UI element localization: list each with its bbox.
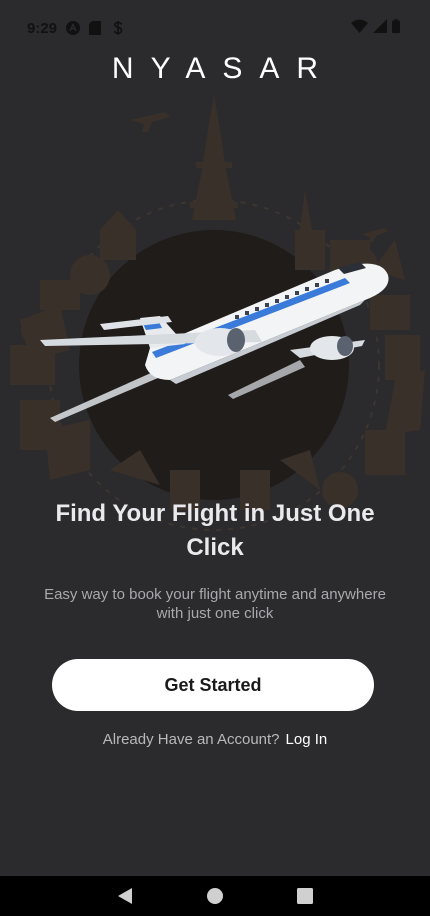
- back-button[interactable]: [105, 876, 145, 916]
- brand-logo: NYASAR: [111, 52, 336, 85]
- signal-icon: [373, 18, 387, 38]
- a-logo-icon: [66, 21, 81, 35]
- headline: Find Your Flight in Just One Click: [55, 500, 375, 561]
- dollar-icon: [112, 21, 126, 35]
- hero-illustration: [0, 90, 430, 560]
- navigation-bar: [0, 876, 430, 916]
- login-row: Already Have an Account? Log In: [0, 731, 430, 748]
- sd-card-icon: [89, 21, 103, 35]
- onboarding-screen: 9:29 NYASAR Find Your Flight in Just One…: [0, 0, 430, 916]
- home-icon: [207, 888, 223, 904]
- status-left: 9:29: [27, 20, 126, 37]
- battery-icon: [392, 18, 400, 38]
- account-prompt: Already Have an Account?: [102, 731, 280, 748]
- back-icon: [118, 888, 132, 904]
- get-started-button[interactable]: Get Started: [52, 659, 374, 711]
- recents-icon: [297, 888, 313, 904]
- status-bar: 9:29: [0, 0, 430, 56]
- home-button[interactable]: [195, 876, 235, 916]
- status-time: 9:29: [27, 19, 58, 37]
- subtext: Easy way to book your flight anytime and…: [44, 586, 386, 622]
- login-link[interactable]: Log In: [286, 731, 328, 748]
- recents-button[interactable]: [285, 876, 325, 916]
- airplane-world-illustration: [10, 95, 425, 531]
- status-right: [351, 18, 400, 38]
- wifi-icon: [351, 19, 368, 38]
